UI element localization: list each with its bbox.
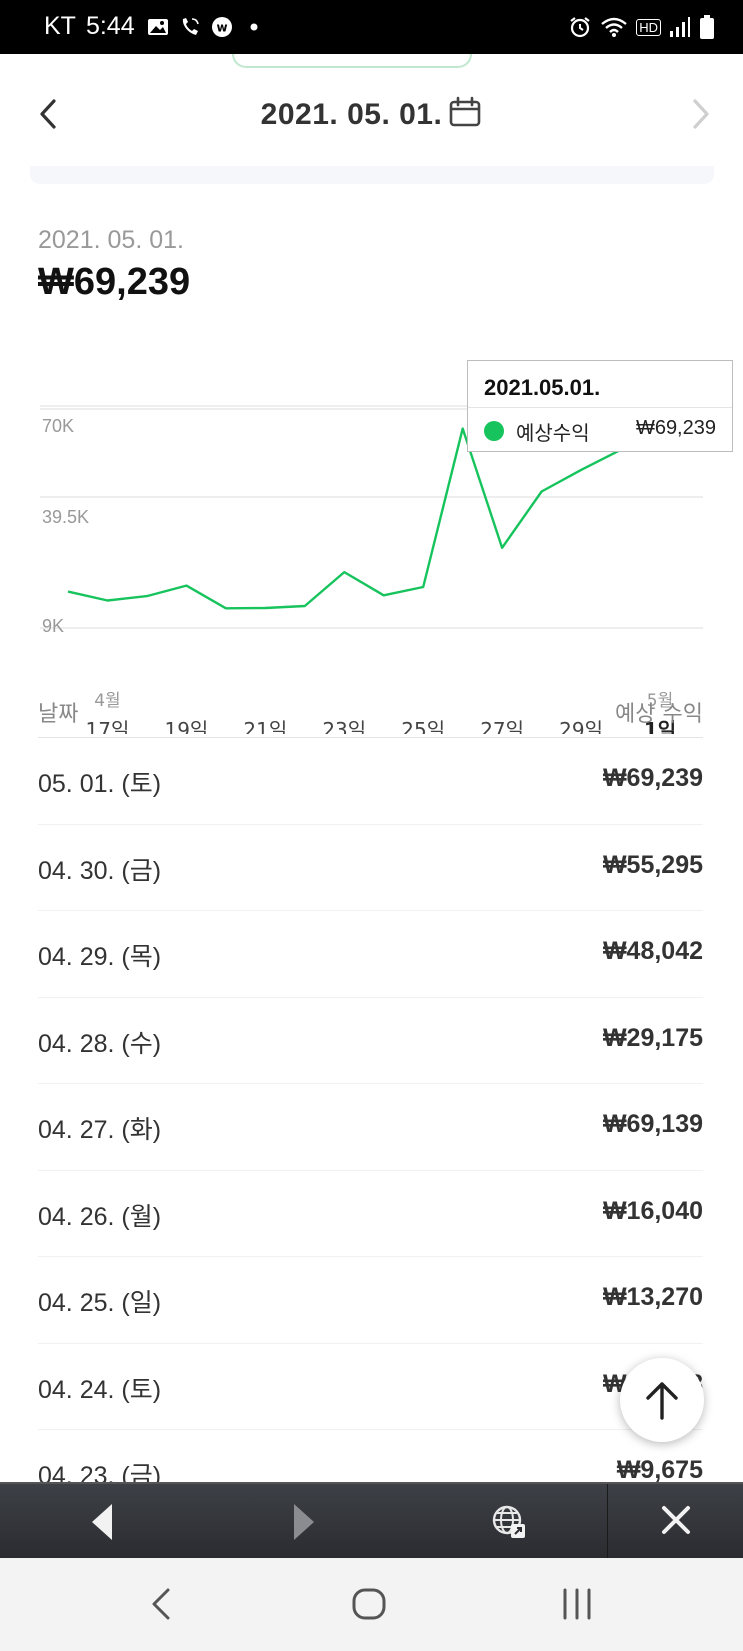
row-value: ₩16,040 [602,1196,703,1225]
row-date: 05. 01. (토) [38,770,162,798]
arrow-up-icon [646,1382,678,1420]
table-row[interactable]: 04. 23. (금) ₩9,675 [38,1430,703,1482]
next-date-button[interactable] [689,98,713,130]
wifi-icon [601,17,627,37]
tooltip-date: 2021.05.01. [484,375,601,400]
y-tick-label: 9K [42,616,64,636]
row-date: 04. 30. (금) [38,856,162,885]
table-header: 날짜 예상 수익 [38,694,703,738]
column-header-date: 날짜 [38,702,79,727]
row-value: ₩55,295 [602,850,703,879]
column-header-revenue: 예상 수익 [615,702,703,727]
table-row[interactable]: 04. 26. (월) ₩16,040 [38,1171,703,1257]
selected-date-title[interactable]: 2021. 05. 01. [0,96,743,136]
table-row[interactable]: 04. 29. (목) ₩48,042 [38,911,703,998]
y-tick-label: 70K [42,416,74,436]
table-row[interactable]: 04. 28. (수) ₩29,175 [38,998,703,1084]
toolbar-divider [607,1484,608,1560]
row-date: 04. 24. (토) [38,1375,162,1404]
system-home-icon[interactable] [348,1582,392,1626]
notification-dot-icon [250,23,258,30]
table-row[interactable]: 04. 27. (화) ₩69,139 [38,1084,703,1171]
close-icon[interactable] [636,1484,716,1560]
clock: 5:44 [85,12,135,40]
table-row[interactable]: 04. 30. (금) ₩55,295 [38,825,703,911]
header-strip [30,166,714,184]
revenue-series-line [67,427,661,610]
tooltip-divider [468,407,732,408]
browser-toolbar [0,1482,743,1560]
row-date: 04. 25. (일) [38,1289,162,1317]
scroll-to-top-button[interactable] [620,1358,704,1442]
status-right: HD [568,14,715,40]
status-left: KT 5:44 w [44,12,265,41]
top-pill-tab[interactable] [232,54,472,68]
series-dot-icon [484,421,504,441]
summary-date: 2021. 05. 01. [38,226,184,254]
table-row[interactable]: 04. 25. (일) ₩13,270 [38,1257,703,1344]
battery-icon [700,15,714,39]
row-date: 04. 27. (화) [38,1116,162,1144]
system-nav-bar [0,1558,743,1651]
messenger-icon: w [211,16,232,37]
selected-date-text: 2021. 05. 01. [260,97,443,131]
row-value: ₩9,675 [616,1456,703,1482]
status-bar: KT 5:44 w HD [0,0,743,54]
row-date: 04. 26. (월) [38,1202,162,1231]
row-value: ₩69,239 [602,764,703,792]
row-date: 04. 28. (수) [38,1029,162,1058]
y-tick-label: 39.5K [42,507,89,527]
system-back-icon[interactable] [142,1582,182,1626]
gallery-icon [147,18,168,35]
row-value: ₩69,139 [602,1110,703,1138]
summary-amount: ₩69,239 [38,261,191,303]
signal-icon [670,17,690,37]
svg-text:w: w [216,20,227,34]
row-date: 04. 23. (금) [38,1462,162,1482]
chart-tooltip: 2021.05.01. 예상수익 ₩69,239 [467,360,733,452]
row-value: ₩13,270 [602,1283,703,1311]
tooltip-series-label: 예상수익 [516,421,590,445]
app-content: 2021. 05. 01. 2021. 05. 01. ₩69,239 70K 3… [0,54,743,1482]
table-row[interactable]: 05. 01. (토) ₩69,239 [38,738,703,825]
revenue-list: 05. 01. (토) ₩69,239 04. 30. (금) ₩55,295 04… [38,738,703,1482]
row-date: 04. 29. (목) [38,943,162,971]
browser-back-button[interactable] [62,1484,142,1560]
row-value: ₩29,175 [602,1023,703,1052]
hd-badge: HD [636,18,661,36]
table-row[interactable]: 04. 24. (토)₩21,028 [38,1344,703,1430]
row-value: ₩48,042 [602,937,703,965]
tooltip-value: ₩69,239 [635,417,716,439]
alarm-icon [570,17,590,38]
wifi-call-icon [182,17,199,35]
browser-forward-button[interactable] [262,1484,342,1560]
calendar-icon [450,96,481,127]
carrier-label: KT [44,12,76,40]
date-navigator: 2021. 05. 01. [0,84,743,144]
system-recents-icon[interactable] [556,1582,600,1626]
globe-shortcut-icon[interactable] [470,1484,550,1560]
